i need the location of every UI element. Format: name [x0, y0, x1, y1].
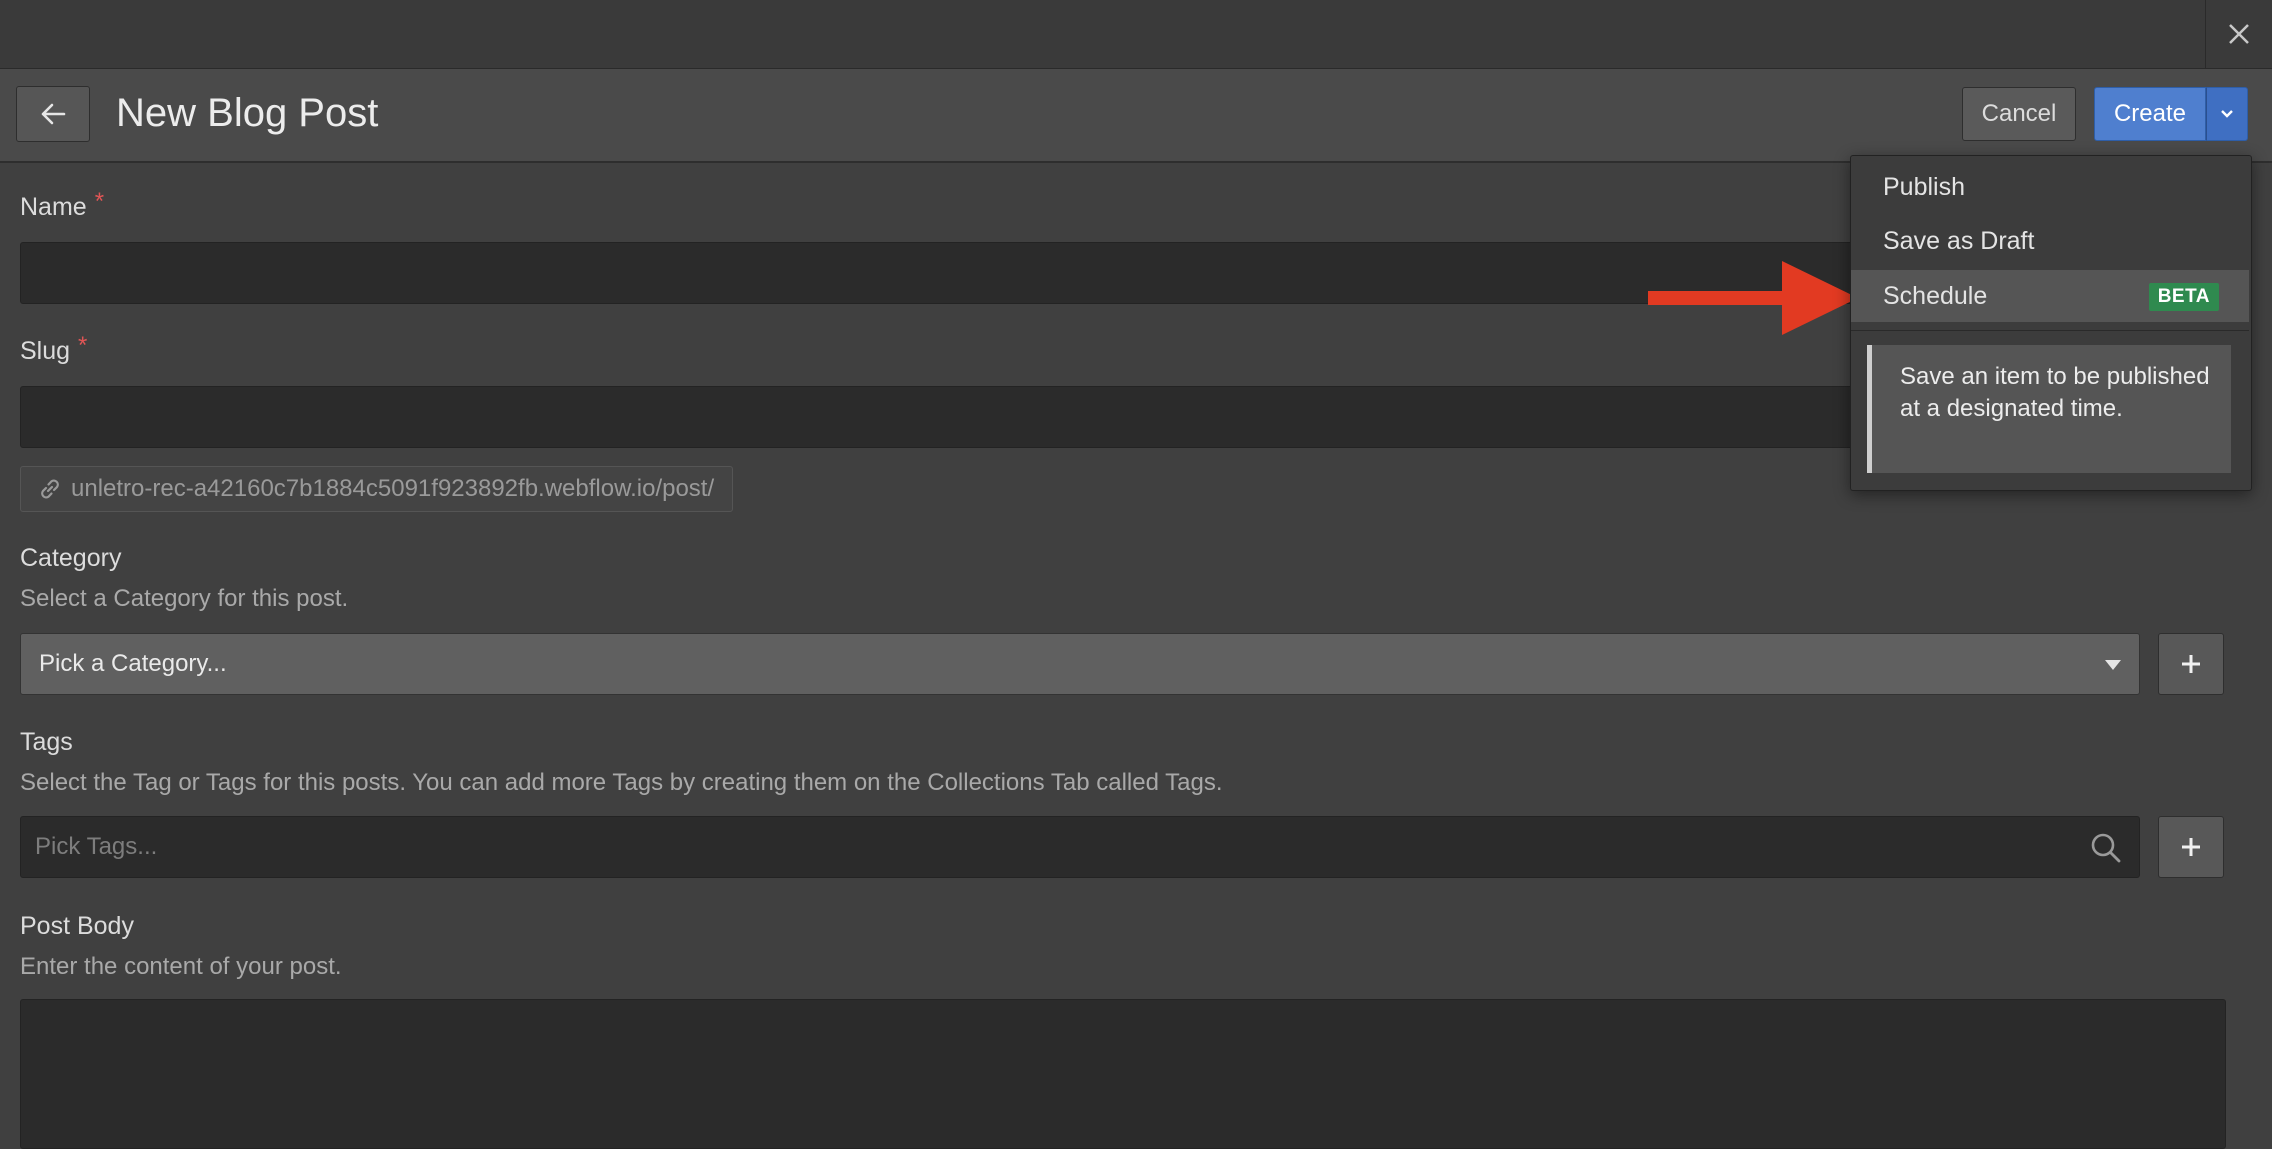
arrow-left-icon	[41, 103, 66, 125]
menu-item-label: Save as Draft	[1883, 226, 2035, 255]
add-tag-button[interactable]	[2158, 816, 2224, 878]
category-label: Category	[20, 544, 122, 572]
post-body-editor[interactable]	[20, 999, 2226, 1149]
required-marker: *	[94, 188, 105, 215]
category-help: Select a Category for this post.	[20, 585, 349, 612]
create-options-menu: Publish Save as Draft Schedule BETA Save…	[1850, 155, 2252, 491]
page-header: New Blog Post Cancel Create	[0, 69, 2272, 163]
slug-label: Slug *	[20, 332, 87, 366]
slug-label-text: Slug	[20, 337, 71, 365]
cancel-button[interactable]: Cancel	[1962, 87, 2076, 141]
name-label: Name *	[20, 188, 104, 222]
slug-url-text: unletro-rec-a42160c7b1884c5091f923892fb.…	[71, 475, 715, 502]
add-category-button[interactable]	[2158, 633, 2224, 695]
close-icon	[2229, 24, 2249, 44]
annotation-arrow	[1648, 261, 1858, 335]
name-label-text: Name	[20, 193, 87, 221]
link-icon	[41, 479, 59, 499]
menu-item-publish[interactable]: Publish	[1851, 161, 2249, 213]
menu-item-save-draft[interactable]: Save as Draft	[1851, 215, 2249, 267]
create-button[interactable]: Create	[2094, 87, 2206, 141]
post-body-label: Post Body	[20, 912, 134, 940]
menu-divider	[1851, 330, 2249, 331]
chevron-down-icon	[2221, 110, 2233, 118]
dropdown-caret-icon	[2105, 660, 2121, 670]
menu-item-label: Publish	[1883, 172, 1965, 201]
slug-url-hint: unletro-rec-a42160c7b1884c5091f923892fb.…	[20, 466, 734, 512]
close-button[interactable]	[2205, 0, 2272, 68]
tags-input[interactable]: Pick Tags...	[20, 816, 2140, 878]
plus-icon	[2182, 655, 2200, 673]
back-button[interactable]	[16, 86, 90, 142]
page-title: New Blog Post	[116, 91, 379, 135]
post-body-help: Enter the content of your post.	[20, 953, 342, 980]
top-bar	[0, 0, 2272, 69]
tags-placeholder: Pick Tags...	[35, 833, 158, 860]
menu-item-schedule[interactable]: Schedule BETA	[1851, 270, 2249, 322]
search-icon	[2091, 833, 2121, 863]
schedule-tooltip: Save an item to be published at a design…	[1867, 345, 2231, 473]
plus-icon	[2182, 838, 2200, 856]
tags-help: Select the Tag or Tags for this posts. Y…	[20, 769, 1223, 796]
category-select-value: Pick a Category...	[39, 650, 227, 677]
required-marker: *	[78, 332, 88, 359]
create-options-toggle[interactable]	[2206, 87, 2248, 141]
beta-badge: BETA	[2148, 283, 2219, 311]
category-select[interactable]: Pick a Category...	[20, 633, 2140, 695]
tags-label: Tags	[20, 728, 73, 756]
menu-item-label: Schedule	[1883, 281, 1988, 310]
